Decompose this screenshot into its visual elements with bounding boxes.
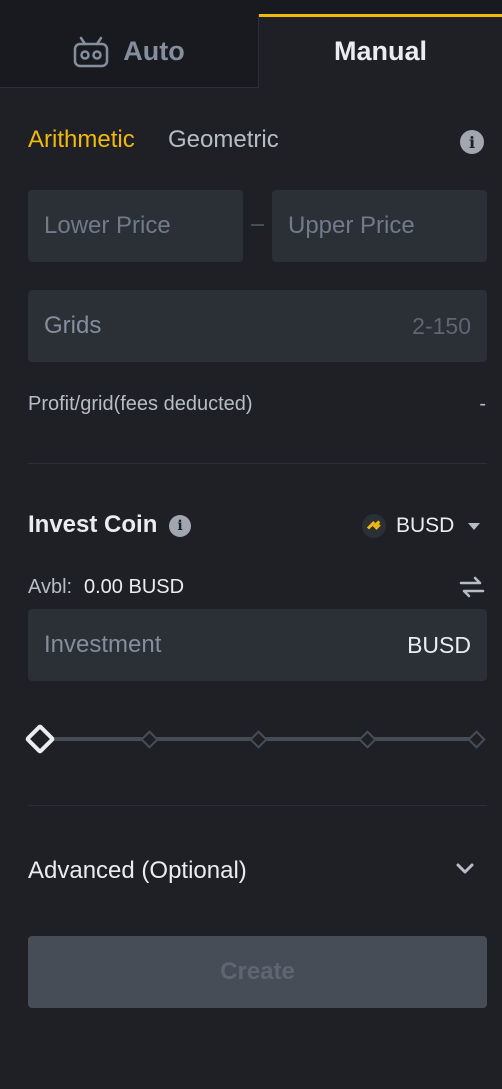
grids-range-hint: 2-150 <box>412 312 471 339</box>
tab-manual-label: Manual <box>333 36 427 66</box>
divider <box>28 805 487 806</box>
range-separator <box>251 224 264 226</box>
mode-arithmetic[interactable]: Arithmetic <box>28 126 135 154</box>
info-icon[interactable]: i <box>169 515 191 537</box>
slider-stop-100[interactable] <box>466 729 486 749</box>
available-label: Avbl: <box>28 576 73 598</box>
slider-stop-25[interactable] <box>139 729 159 749</box>
caret-down-icon <box>468 522 481 530</box>
lower-price-input[interactable]: Lower Price <box>28 190 243 262</box>
available-balance: 0.00 BUSD <box>84 576 185 598</box>
robot-icon <box>74 36 109 67</box>
tab-manual[interactable]: Manual <box>259 14 502 88</box>
investment-placeholder: Investment <box>44 631 162 658</box>
tab-auto[interactable]: Auto <box>0 14 259 88</box>
advanced-options-toggle[interactable]: Advanced (Optional) <box>28 857 247 885</box>
coin-selector-label: BUSD <box>396 514 455 537</box>
mode-geometric[interactable]: Geometric <box>168 126 279 154</box>
upper-price-input[interactable]: Upper Price <box>272 190 487 262</box>
create-button-label: Create <box>220 958 295 985</box>
info-icon[interactable]: i <box>460 130 484 154</box>
grids-input[interactable]: Grids 2-150 <box>28 290 487 362</box>
grid-trading-panel: Auto Manual Arithmetic Geometric i Lower… <box>0 0 502 1089</box>
tab-auto-label: Auto <box>123 36 185 66</box>
profit-per-grid-value: - <box>479 393 486 415</box>
chevron-down-icon[interactable] <box>455 862 475 876</box>
investment-input[interactable]: Investment BUSD <box>28 609 487 681</box>
investment-unit: BUSD <box>407 631 471 658</box>
upper-price-placeholder: Upper Price <box>288 212 415 239</box>
slider-thumb[interactable] <box>24 723 56 755</box>
create-button[interactable]: Create <box>28 936 487 1008</box>
swap-arrows-icon[interactable] <box>459 575 485 599</box>
lower-price-placeholder: Lower Price <box>44 212 171 239</box>
slider-stop-75[interactable] <box>357 729 377 749</box>
top-strip <box>0 0 502 14</box>
coin-selector[interactable]: BUSD <box>362 511 481 541</box>
profit-per-grid-label: Profit/grid(fees deducted) <box>28 393 253 415</box>
divider <box>28 463 487 464</box>
busd-coin-icon <box>362 514 386 538</box>
grids-placeholder: Grids <box>44 312 102 339</box>
slider-stop-50[interactable] <box>248 729 268 749</box>
invest-coin-label: Invest Coin <box>28 511 158 538</box>
